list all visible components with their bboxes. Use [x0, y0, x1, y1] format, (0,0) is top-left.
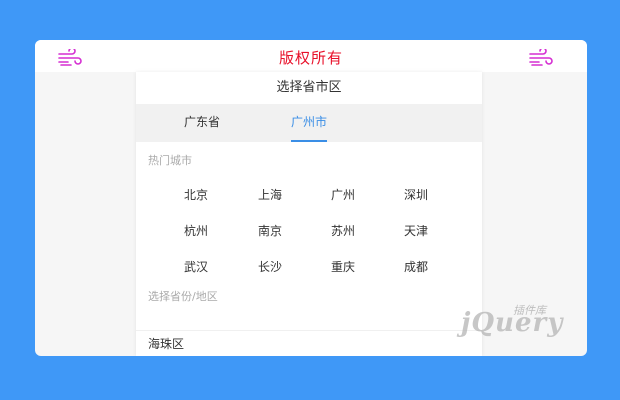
- region-section-label: 选择省份/地区: [148, 290, 218, 303]
- page-title: 版权所有: [278, 49, 343, 67]
- city-option[interactable]: 成都: [386, 258, 446, 275]
- wind-icon[interactable]: [529, 47, 553, 67]
- hot-cities-grid: 北京 上海 广州 深圳 杭州 南京 苏州 天津 武汉 长沙 重庆 成都: [136, 174, 482, 282]
- city-option[interactable]: 重庆: [313, 258, 373, 275]
- city-option[interactable]: 杭州: [166, 222, 226, 239]
- region-picker-panel: 选择省市区 广东省 广州市 热门城市 北京 上海 广州 深圳 杭州 南京 苏州 …: [136, 72, 482, 356]
- jquery-watermark-logo: jQuery 插件库: [453, 300, 583, 348]
- city-option[interactable]: 北京: [166, 186, 226, 203]
- city-option[interactable]: 上海: [240, 186, 300, 203]
- picker-tabs: 广东省 广州市: [136, 104, 482, 142]
- hot-cities-label: 热门城市: [148, 154, 192, 167]
- city-option[interactable]: 广州: [313, 186, 373, 203]
- city-option[interactable]: 南京: [240, 222, 300, 239]
- watermark-small-text: 插件库: [513, 304, 546, 317]
- tab-city-label: 广州市: [291, 115, 328, 129]
- city-option[interactable]: 深圳: [386, 186, 446, 203]
- city-option[interactable]: 长沙: [240, 258, 300, 275]
- region-option[interactable]: 海珠区: [136, 330, 482, 356]
- city-option[interactable]: 天津: [386, 222, 446, 239]
- city-option[interactable]: 苏州: [313, 222, 373, 239]
- active-tab-indicator: [291, 140, 328, 142]
- picker-heading: 选择省市区: [276, 80, 342, 95]
- city-option[interactable]: 武汉: [166, 258, 226, 275]
- tab-city[interactable]: 广州市: [291, 104, 328, 142]
- tab-province[interactable]: 广东省: [184, 104, 220, 142]
- top-bar: 版权所有: [35, 40, 587, 72]
